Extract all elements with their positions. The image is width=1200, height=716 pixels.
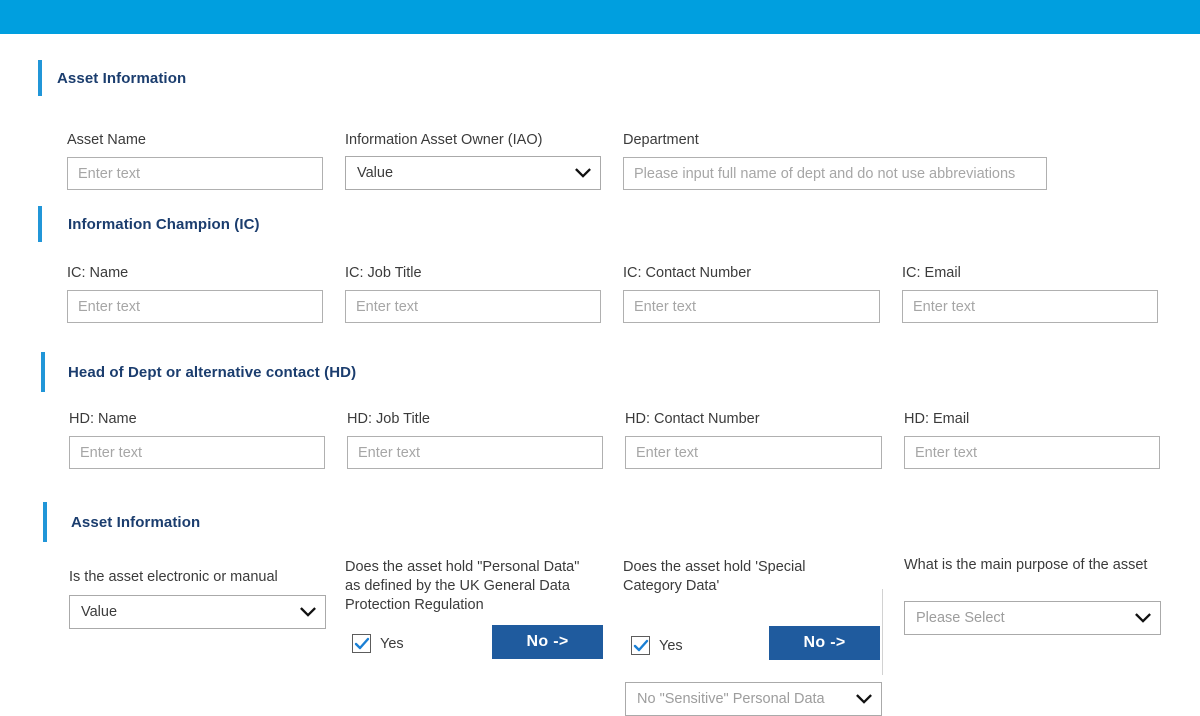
department-input[interactable] bbox=[623, 157, 1047, 190]
label-ic-contact-number: IC: Contact Number bbox=[623, 265, 752, 281]
label-hd-name: HD: Name bbox=[69, 411, 137, 427]
personal-data-yes-checkbox[interactable] bbox=[352, 634, 371, 653]
label-special-category-data-question: Does the asset hold 'Special Category Da… bbox=[623, 559, 806, 594]
label-ic-email: IC: Email bbox=[902, 265, 961, 281]
label-ic-job-title: IC: Job Title bbox=[345, 265, 422, 281]
asset-name-input[interactable] bbox=[67, 157, 323, 190]
label-department: Department bbox=[623, 132, 699, 148]
hd-job-title-input[interactable] bbox=[347, 436, 603, 469]
label-electronic-or-manual: Is the asset electronic or manual bbox=[69, 569, 278, 585]
special-category-yes-checkbox-group[interactable]: Yes bbox=[631, 636, 683, 655]
sensitive-personal-data-select[interactable]: No "Sensitive" Personal Data bbox=[625, 682, 882, 716]
section-accent-bar bbox=[41, 352, 45, 392]
section-header-information-champion: Information Champion (IC) bbox=[38, 206, 260, 242]
section-title-text: Information Champion (IC) bbox=[68, 215, 260, 233]
column-divider bbox=[882, 589, 883, 675]
section-header-asset-information: Asset Information bbox=[38, 60, 186, 96]
label-hd-job-title: HD: Job Title bbox=[347, 411, 430, 427]
label-ic-name: IC: Name bbox=[67, 265, 129, 281]
special-category-yes-label: Yes bbox=[659, 637, 683, 654]
label-hd-email: HD: Email bbox=[904, 411, 970, 427]
chevron-down-icon bbox=[856, 694, 872, 704]
special-category-yes-checkbox[interactable] bbox=[631, 636, 650, 655]
label-main-purpose: What is the main purpose of the asset bbox=[904, 557, 1148, 573]
checkmark-icon bbox=[633, 639, 649, 652]
personal-data-yes-label: Yes bbox=[380, 635, 404, 652]
main-purpose-select[interactable]: Please Select bbox=[904, 601, 1161, 635]
label-personal-data-question: Does the asset hold "Personal Data" as d… bbox=[345, 559, 580, 613]
chevron-down-icon bbox=[575, 168, 591, 178]
select-value-text: Value bbox=[357, 165, 394, 181]
label-asset-name: Asset Name bbox=[67, 132, 146, 148]
select-value-text: No "Sensitive" Personal Data bbox=[637, 691, 825, 707]
label-information-asset-owner: Information Asset Owner (IAO) bbox=[345, 132, 543, 148]
personal-data-yes-checkbox-group[interactable]: Yes bbox=[352, 634, 404, 653]
section-accent-bar bbox=[43, 502, 47, 542]
select-value-text: Please Select bbox=[916, 610, 1005, 626]
section-title-text: Head of Dept or alternative contact (HD) bbox=[68, 363, 357, 381]
section-title-text: Asset Information bbox=[57, 69, 187, 87]
ic-job-title-input[interactable] bbox=[345, 290, 601, 323]
chevron-down-icon bbox=[1135, 613, 1151, 623]
section-header-head-of-dept: Head of Dept or alternative contact (HD) bbox=[41, 352, 356, 392]
section-header-asset-information-details: Asset Information bbox=[43, 502, 200, 542]
section-title-text: Asset Information bbox=[71, 513, 201, 531]
chevron-down-icon bbox=[300, 607, 316, 617]
section-accent-bar bbox=[38, 206, 42, 242]
section-accent-bar bbox=[38, 60, 42, 96]
checkmark-icon bbox=[354, 637, 370, 650]
select-value-text: Value bbox=[81, 604, 118, 620]
hd-email-input[interactable] bbox=[904, 436, 1160, 469]
form-canvas: Asset Information Asset Name Information… bbox=[0, 34, 1200, 716]
ic-contact-number-input[interactable] bbox=[623, 290, 880, 323]
ic-name-input[interactable] bbox=[67, 290, 323, 323]
electronic-or-manual-select[interactable]: Value bbox=[69, 595, 326, 629]
personal-data-no-button[interactable]: No -> bbox=[492, 625, 603, 659]
information-asset-owner-select[interactable]: Value bbox=[345, 156, 601, 190]
special-category-no-button[interactable]: No -> bbox=[769, 626, 880, 660]
label-hd-contact-number: HD: Contact Number bbox=[625, 411, 760, 427]
hd-contact-number-input[interactable] bbox=[625, 436, 882, 469]
ic-email-input[interactable] bbox=[902, 290, 1158, 323]
hd-name-input[interactable] bbox=[69, 436, 325, 469]
top-banner-bar bbox=[0, 0, 1200, 34]
